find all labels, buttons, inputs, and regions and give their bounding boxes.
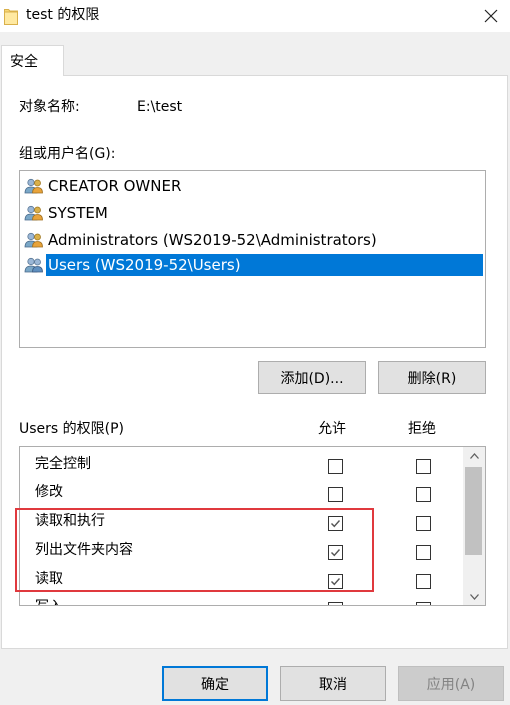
- allow-column-header: 允许: [318, 421, 346, 437]
- list-item[interactable]: CREATOR OWNER: [24, 173, 183, 198]
- permission-row: 修改: [20, 478, 464, 506]
- groups-label: 组或用户名(G):: [19, 146, 116, 162]
- user-group-icon: [24, 178, 43, 193]
- user-group-icon: [24, 205, 43, 220]
- deny-checkbox[interactable]: [416, 545, 431, 560]
- user-label: CREATOR OWNER: [48, 176, 182, 195]
- permission-row: 完全控制: [20, 450, 464, 478]
- user-label: Administrators (WS2019-52\Administrators…: [48, 230, 377, 249]
- list-item-selected[interactable]: Users (WS2019-52\Users): [24, 252, 483, 277]
- ok-button[interactable]: 确定: [162, 666, 268, 701]
- scroll-down-button[interactable]: [463, 588, 485, 605]
- user-group-icon: [24, 232, 43, 247]
- deny-checkbox[interactable]: [416, 516, 431, 531]
- window-title: test 的权限: [26, 7, 100, 23]
- list-item[interactable]: SYSTEM: [24, 200, 110, 225]
- add-button[interactable]: 添加(D)...: [258, 361, 366, 394]
- deny-checkbox[interactable]: [416, 574, 431, 589]
- permission-name: 写入: [35, 598, 63, 605]
- close-button[interactable]: [478, 4, 504, 28]
- tab-security[interactable]: 安全: [1, 45, 64, 76]
- permissions-label: Users 的权限(P): [19, 421, 125, 437]
- object-name-value: E:\test: [137, 99, 183, 115]
- scroll-thumb[interactable]: [465, 467, 482, 555]
- allow-checkbox[interactable]: [328, 487, 343, 502]
- chevron-up-icon: [469, 452, 479, 459]
- highlight-annotation: [15, 508, 374, 592]
- deny-column-header: 拒绝: [408, 421, 436, 437]
- scroll-up-button[interactable]: [463, 447, 485, 464]
- list-item[interactable]: Administrators (WS2019-52\Administrators…: [24, 227, 379, 252]
- tab-strip-line: [1, 75, 508, 76]
- allow-checkbox[interactable]: [328, 602, 343, 605]
- permission-name: 修改: [35, 484, 63, 500]
- user-label: SYSTEM: [48, 203, 108, 222]
- apply-button[interactable]: 应用(A): [398, 666, 504, 701]
- remove-button[interactable]: 删除(R): [378, 361, 486, 394]
- cancel-button[interactable]: 取消: [280, 666, 386, 701]
- chevron-down-icon: [469, 593, 479, 600]
- user-label: Users (WS2019-52\Users): [46, 253, 483, 276]
- permission-name: 完全控制: [35, 456, 91, 472]
- users-list[interactable]: CREATOR OWNER SYSTEM Administrators (WS2…: [19, 170, 486, 348]
- permission-row: 写入: [20, 593, 464, 605]
- allow-checkbox[interactable]: [328, 459, 343, 474]
- deny-checkbox[interactable]: [416, 487, 431, 502]
- object-name-label: 对象名称:: [19, 99, 80, 115]
- deny-checkbox[interactable]: [416, 459, 431, 474]
- deny-checkbox[interactable]: [416, 602, 431, 605]
- folder-icon: [4, 7, 18, 25]
- user-group-icon: [24, 257, 43, 272]
- close-icon: [484, 9, 498, 23]
- vertical-scrollbar[interactable]: [463, 447, 485, 605]
